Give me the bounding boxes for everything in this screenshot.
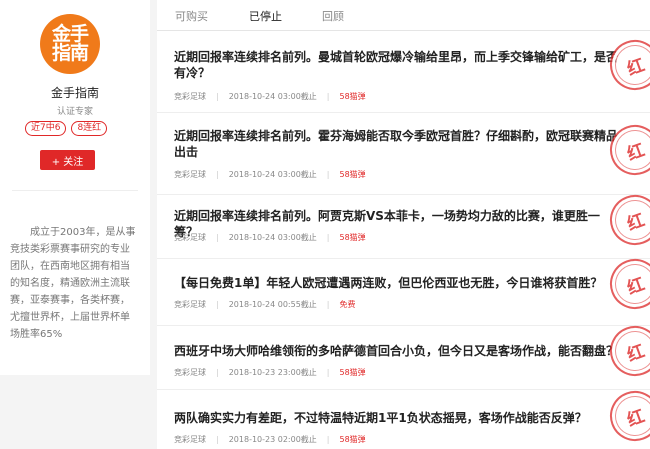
item-title[interactable]: 近期回报率连续排名前列。霍芬海姆能否取今季欧冠首胜？仔细斟酌，欧冠联赛精品出击 [174,128,622,160]
expert-bio: 成立于2003年，是从事竞技类彩票赛事研究的专业团队，在西南地区拥有相当的知名度… [10,227,136,340]
list-item[interactable]: 近期回报率连续排名前列。阿贾克斯VS本菲卡，一场势均力敌的比赛，谁更胜一筹？ 竞… [157,187,650,259]
tab-available[interactable]: 可购买 [175,8,208,24]
item-meta: 竞彩足球 | 2018-10-23 23:00截止 | 58猫弹 [174,368,366,377]
record-badge-recent: 近7中6 [25,121,67,136]
item-meta: 竞彩足球 | 2018-10-24 03:00截止 | 58猫弹 [174,170,366,179]
item-title[interactable]: 西班牙中场大师哈维领衔的多哈萨德首回合小负，但今日又是客场作战，能否翻盘？ [174,343,622,359]
expert-sidebar: 金手指南 金手指南 认证专家 近7中6 8连红 + 关注 成立于2003年，是从… [0,0,150,375]
item-title[interactable]: 【每日免费1单】年轻人欧冠遭遇两连败，但巴伦西亚也无胜，今日谁将获首胜？ [174,275,622,291]
item-meta: 竞彩足球 | 2018-10-24 03:00截止 | 58猫弹 [174,233,366,242]
item-meta: 竞彩足球 | 2018-10-23 02:00截止 | 58猫弹 [174,435,366,444]
item-deadline: 2018-10-24 00:55截止 [228,300,317,309]
item-price: 58猫弹 [339,368,366,377]
item-deadline: 2018-10-24 03:00截止 [228,92,317,101]
record-badges: 近7中6 8连红 [25,121,108,136]
tab-review[interactable]: 回顾 [322,8,344,24]
item-meta: 竞彩足球 | 2018-10-24 03:00截止 | 58猫弹 [174,92,366,101]
item-price: 免费 [339,300,356,309]
item-meta: 竞彩足球 | 2018-10-24 00:55截止 | 免费 [174,300,356,309]
list-item[interactable]: 【每日免费1单】年轻人欧冠遭遇两连败，但巴伦西亚也无胜，今日谁将获首胜？ 竞彩足… [157,251,650,326]
avatar[interactable]: 金手指南 [40,14,100,74]
item-title[interactable]: 两队确实实力有差距，不过特温特近期1平1负状态摇晃，客场作战能否反弹？ [174,410,622,426]
item-title[interactable]: 近期回报率连续排名前列。曼城首轮欧冠爆冷输给里昂，而上季交锋输给矿工，是否有冷？ [174,49,622,81]
tab-bar: 可购买 已停止 回顾 [157,0,650,31]
item-category: 竞彩足球 [174,170,206,179]
item-category: 竞彩足球 [174,300,206,309]
item-price: 58猫弹 [339,170,366,179]
item-deadline: 2018-10-23 02:00截止 [228,435,317,444]
plan-list-panel: 可购买 已停止 回顾 近期回报率连续排名前列。曼城首轮欧冠爆冷输给里昂，而上季交… [157,0,650,449]
list-item[interactable]: 西班牙中场大师哈维领衔的多哈萨德首回合小负，但今日又是客场作战，能否翻盘？ 竞彩… [157,318,650,390]
list-item[interactable]: 两队确实实力有差距，不过特温特近期1平1负状态摇晃，客场作战能否反弹？ 竞彩足球… [157,383,650,449]
item-category: 竞彩足球 [174,368,206,377]
avatar-text: 金手指南 [51,23,89,64]
item-category: 竞彩足球 [174,92,206,101]
expert-role: 认证专家 [56,107,93,117]
item-category: 竞彩足球 [174,435,206,444]
item-price: 58猫弹 [339,92,366,101]
list-item[interactable]: 近期回报率连续排名前列。曼城首轮欧冠爆冷输给里昂，而上季交锋输给矿工，是否有冷？… [157,32,650,113]
tab-stopped[interactable]: 已停止 [249,8,282,24]
list-item[interactable]: 近期回报率连续排名前列。霍芬海姆能否取今季欧冠首胜？仔细斟酌，欧冠联赛精品出击 … [157,113,650,195]
item-price: 58猫弹 [339,435,366,444]
item-category: 竞彩足球 [174,233,206,242]
item-deadline: 2018-10-24 03:00截止 [228,170,317,179]
item-deadline: 2018-10-24 03:00截止 [228,233,317,242]
divider [12,190,138,191]
item-deadline: 2018-10-23 23:00截止 [228,368,317,377]
follow-button[interactable]: + 关注 [40,150,95,170]
expert-name[interactable]: 金手指南 [0,84,150,101]
item-price: 58猫弹 [339,233,366,242]
record-badge-streak: 8连红 [71,121,108,136]
